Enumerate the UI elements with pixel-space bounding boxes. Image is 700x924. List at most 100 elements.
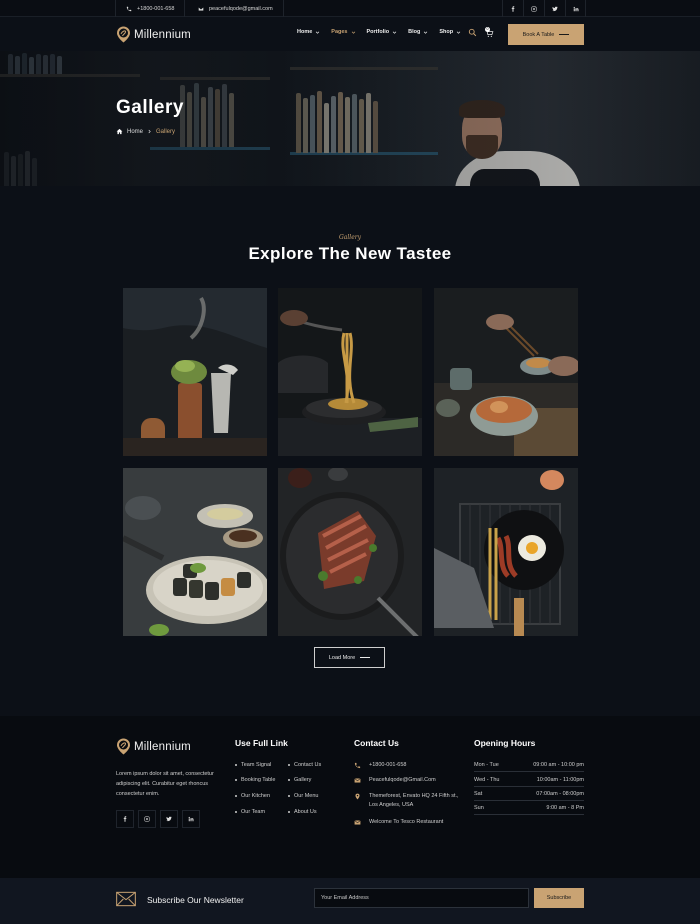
breadcrumb: Home Gallery	[116, 128, 175, 135]
hours-time: 9:00 am - 8 Pm	[546, 804, 584, 811]
nav-blog[interactable]: Blog	[408, 29, 428, 35]
footer-link-team-signal[interactable]: Team Signal	[235, 762, 271, 768]
footer-links-heading: Use Full Link	[235, 738, 288, 748]
nav-pages-label: Pages	[331, 29, 348, 35]
gallery-image-2[interactable]	[278, 288, 422, 456]
footer-link-gallery[interactable]: Gallery	[288, 777, 311, 783]
bullet-dot	[288, 779, 290, 781]
top-bar: +1800-001-658 peacefulqode@gmail.com	[0, 0, 700, 17]
chevron-down-icon	[316, 31, 320, 34]
logo-text: Millennium	[134, 28, 191, 41]
gallery-image-4[interactable]	[123, 468, 267, 636]
load-more-button[interactable]: Load More	[314, 647, 385, 668]
footer-link-about-us[interactable]: About Us	[288, 809, 317, 815]
instagram-link[interactable]	[523, 0, 544, 17]
mail-icon	[198, 6, 204, 11]
footer-twitter-link[interactable]	[160, 810, 178, 828]
twitter-icon	[166, 816, 172, 822]
footer-link-label: Our Team	[241, 809, 266, 815]
instagram-icon	[144, 816, 150, 822]
footer-link-our-team[interactable]: Our Team	[235, 809, 265, 815]
topbar-phone[interactable]: +1800-001-658	[115, 0, 186, 17]
instagram-icon	[531, 6, 537, 11]
footer-contact-email[interactable]: Peacefulqode@Gmail.Com	[354, 776, 464, 785]
mail-icon	[354, 820, 361, 825]
footer-instagram-link[interactable]	[138, 810, 156, 828]
nav-shop[interactable]: Shop	[439, 29, 461, 35]
bullet-dot	[235, 764, 237, 766]
nav-home-label: Home	[297, 29, 313, 35]
footer-email-text: Peacefulqode@Gmail.Com	[369, 777, 436, 783]
section-subtitle: Gallery	[338, 234, 362, 241]
footer-logo[interactable]: Millennium	[116, 738, 191, 755]
bullet-dot	[235, 779, 237, 781]
section-title: Explore The New Tastee	[248, 244, 452, 263]
chevron-down-icon	[351, 31, 355, 34]
load-more-label: Load More	[328, 654, 356, 661]
footer-link-our-kitchen[interactable]: Our Kitchen	[235, 793, 270, 799]
location-pin-icon	[355, 793, 360, 800]
facebook-icon	[123, 816, 127, 822]
footer-link-label: Our Kitchen	[241, 793, 271, 799]
gallery-image-6[interactable]	[434, 468, 578, 636]
footer-contact-address: Themeforest, Envato HQ 24 Fifth st., Los…	[354, 792, 464, 810]
hours-row: Sun 9:00 am - 8 Pm	[474, 801, 584, 815]
chevron-down-icon	[456, 31, 461, 34]
phone-icon	[126, 6, 132, 11]
topbar-phone-text: +1800-001-658	[137, 5, 175, 12]
topbar-email-text: peacefulqode@gmail.com	[209, 5, 273, 12]
bullet-dot	[288, 795, 290, 797]
footer-link-label: Contact Us	[294, 762, 322, 768]
footer-link-label: Gallery	[294, 777, 312, 783]
nav-portfolio[interactable]: Portfolio	[367, 29, 398, 35]
cart-count-badge: 0	[485, 27, 490, 32]
footer-link-our-menu[interactable]: Our Menu	[288, 793, 318, 799]
gallery-image-5[interactable]	[278, 468, 422, 636]
cocktail-photo	[123, 288, 267, 456]
envelope-icon	[116, 891, 136, 907]
chevron-down-icon	[424, 31, 428, 34]
nav-pages[interactable]: Pages	[331, 29, 355, 35]
facebook-icon	[511, 5, 515, 12]
hours-row: Mon - Tue 09:00 am - 10:00 pm	[474, 758, 584, 772]
bullet-dot	[235, 811, 237, 813]
hours-day: Mon - Tue	[474, 761, 499, 768]
logo-pin-icon	[117, 26, 130, 43]
button-line-decoration	[559, 34, 570, 35]
search-icon[interactable]	[468, 28, 477, 37]
footer-address-text: Themeforest, Envato HQ 24 Fifth st., Los…	[369, 793, 459, 808]
footer-facebook-link[interactable]	[116, 810, 134, 828]
footer-contact-phone[interactable]: +1800-001-658	[354, 761, 464, 770]
hours-row: Wed - Thu 10:00am - 11:00pm	[474, 773, 584, 787]
mail-icon	[354, 778, 361, 783]
newsletter-email-input[interactable]	[314, 888, 529, 908]
topbar-email[interactable]: peacefulqode@gmail.com	[188, 0, 284, 17]
footer-logo-text: Millennium	[134, 740, 191, 753]
breadcrumb-home-link[interactable]: Home	[127, 129, 143, 135]
book-table-button[interactable]: Book A Table	[508, 24, 584, 45]
breakfast-pan-photo	[434, 468, 578, 636]
footer-linkedin-link[interactable]	[182, 810, 200, 828]
footer-link-label: Booking Table	[241, 777, 276, 783]
sushi-photo	[123, 468, 267, 636]
facebook-link[interactable]	[502, 0, 523, 17]
footer-contact-welcome: Welcome To Tesco Restaurant	[354, 818, 464, 827]
page-hero	[0, 51, 700, 186]
linkedin-icon	[188, 816, 194, 822]
nav-blog-label: Blog	[408, 29, 421, 35]
subscribe-button[interactable]: Subscribe	[534, 888, 584, 908]
footer-link-contact-us[interactable]: Contact Us	[288, 762, 321, 768]
footer-link-booking-table[interactable]: Booking Table	[235, 777, 275, 783]
home-icon	[116, 128, 123, 135]
linkedin-link[interactable]	[565, 0, 586, 17]
hours-day: Sun	[474, 804, 484, 811]
noodle-bowl-photo	[434, 288, 578, 456]
nav-home[interactable]: Home	[297, 29, 320, 35]
site-logo[interactable]: Millennium	[116, 26, 191, 43]
hours-time: 10:00am - 11:00pm	[536, 776, 584, 783]
twitter-link[interactable]	[544, 0, 565, 17]
gallery-image-1[interactable]	[123, 288, 267, 456]
gallery-image-3[interactable]	[434, 288, 578, 456]
nav-portfolio-label: Portfolio	[366, 29, 390, 35]
footer-about-text: Lorem ipsum dolor sit amet, consectetur …	[116, 771, 214, 797]
